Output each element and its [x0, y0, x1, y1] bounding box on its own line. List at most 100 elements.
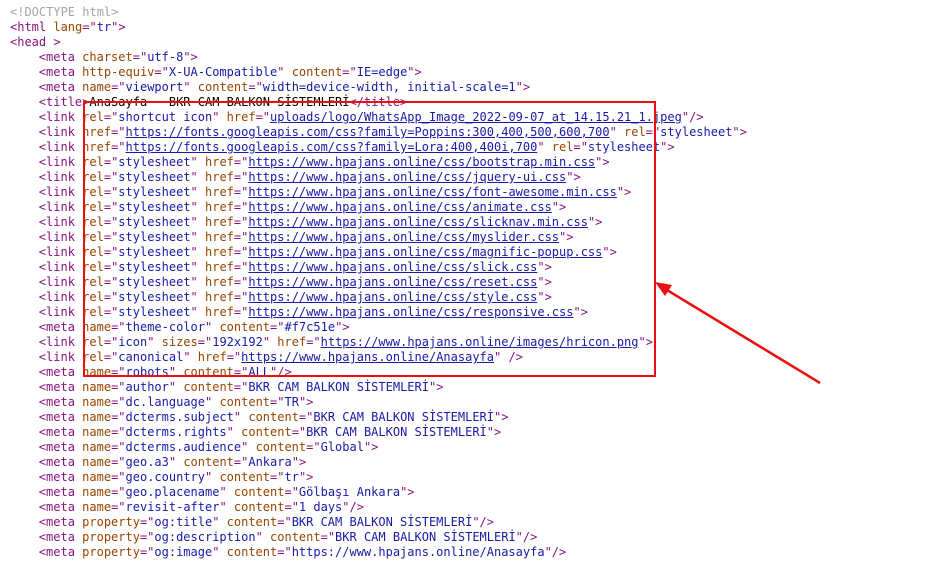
source-token: "/> [544, 545, 567, 559]
source-token: content [233, 500, 285, 514]
source-token: author [125, 380, 169, 394]
source-token: <meta [38, 380, 83, 394]
source-token: =" [197, 335, 213, 349]
source-link[interactable]: https://www.hpajans.online/css/magnific-… [248, 245, 602, 259]
source-token: 192x192 [212, 335, 263, 349]
source-token: rel [82, 215, 104, 229]
source-token: =" [270, 470, 285, 484]
source-token: content [219, 320, 271, 334]
source-link[interactable]: https://www.hpajans.online/css/animate.c… [248, 200, 551, 214]
source-token: =" [233, 455, 249, 469]
source-token: =" [298, 410, 314, 424]
source-token: =" [645, 125, 661, 139]
source-link[interactable]: https://www.hpajans.online/css/font-awes… [248, 185, 616, 199]
source-token: <link [38, 185, 83, 199]
source-token: name [82, 425, 112, 439]
source-token: rel [82, 275, 104, 289]
source-token: =" [306, 335, 321, 349]
source-token: stylesheet [118, 305, 191, 319]
source-token: "> [298, 395, 314, 409]
source-token: "> [428, 380, 444, 394]
source-token: og:image [154, 545, 213, 559]
source-token: "> [732, 125, 747, 139]
source-token: =" [103, 230, 119, 244]
source-token: <meta [38, 500, 83, 514]
source-token: "> [602, 245, 617, 259]
source-token: =" [111, 485, 126, 499]
source-token: " /> [494, 350, 523, 364]
source-token: =" [233, 185, 249, 199]
source-token: " [190, 245, 205, 259]
source-token: =" [270, 395, 285, 409]
source-link[interactable]: https://fonts.googleapis.com/css?family=… [126, 140, 538, 154]
source-token: <link [38, 170, 83, 184]
source-link[interactable]: uploads/logo/WhatsApp_Image_2022-09-07_a… [270, 110, 682, 124]
source-link[interactable]: https://www.hpajans.online/images/hricon… [321, 335, 639, 349]
source-token: =" [132, 50, 148, 64]
source-token: name [82, 485, 112, 499]
source-token: "> [537, 275, 552, 289]
source-link[interactable]: https://www.hpajans.online/css/myslider.… [248, 230, 559, 244]
source-link[interactable]: https://www.hpajans.online/css/jquery-ui… [248, 170, 566, 184]
source-token: " [147, 335, 162, 349]
source-token: #f7c51e [284, 320, 336, 334]
source-token: <meta [38, 410, 83, 424]
source-token: " [190, 185, 205, 199]
source-token: content [183, 380, 234, 394]
source-token: <meta [38, 365, 83, 379]
source-link[interactable]: https://www.hpajans.online/Anasayfa [241, 350, 494, 364]
source-link[interactable]: https://www.hpajans.online/css/slick.css [248, 260, 537, 274]
source-token: utf-8 [147, 50, 184, 64]
source-line: <meta charset="utf-8"> [0, 50, 933, 65]
source-token: =" [103, 170, 119, 184]
source-token: href [82, 140, 112, 154]
source-line: <link href="https://fonts.googleapis.com… [0, 140, 933, 155]
source-line: <html lang="tr"> [0, 20, 933, 35]
source-token: name [82, 365, 112, 379]
source-token: <link [38, 215, 83, 229]
source-token: https://www.hpajans.online/Anasayfa [291, 545, 545, 559]
source-line: <title>AnaSayfa - BKR CAM BALKON SİSTEML… [0, 95, 933, 110]
source-link[interactable]: https://www.hpajans.online/css/bootstrap… [248, 155, 595, 169]
source-token: " [190, 230, 205, 244]
source-token: =" [111, 365, 126, 379]
source-token: " [183, 350, 198, 364]
source-token: viewport [125, 80, 184, 94]
source-token: dc.language [125, 395, 205, 409]
source-link[interactable]: https://fonts.googleapis.com/css?family=… [126, 125, 610, 139]
source-token: "> [486, 425, 502, 439]
source-token: href [205, 260, 234, 274]
source-token: geo.country [125, 470, 205, 484]
source-token: property [82, 515, 140, 529]
source-token: name [82, 455, 112, 469]
source-link[interactable]: https://www.hpajans.online/css/slicknav.… [248, 215, 588, 229]
source-token: "> [291, 455, 307, 469]
source-token: href [226, 110, 256, 124]
source-token: "> [587, 215, 603, 229]
source-token: name [82, 470, 112, 484]
source-token: =" [233, 215, 249, 229]
source-token: http-equiv [82, 65, 155, 79]
source-token: " [168, 380, 184, 394]
source-token: href [205, 230, 234, 244]
source-token: Gölbaşı Ankara [298, 485, 401, 499]
source-token: =" [233, 275, 249, 289]
source-token: name [82, 320, 112, 334]
source-token: stylesheet [660, 125, 733, 139]
source-token: =" [277, 545, 292, 559]
source-token: "> [660, 140, 675, 154]
source-token: X-UA-Compatible [168, 65, 278, 79]
source-token: name [82, 395, 112, 409]
source-link[interactable]: https://www.hpajans.online/css/responsiv… [248, 305, 573, 319]
source-token: content [248, 410, 299, 424]
source-link[interactable]: https://www.hpajans.online/css/reset.css [248, 275, 537, 289]
source-token: BKR CAM BALKON SİSTEMLERİ [335, 530, 516, 544]
source-token: <link [38, 245, 83, 259]
source-token: "> [111, 20, 126, 34]
source-link[interactable]: https://www.hpajans.online/css/style.css [248, 290, 537, 304]
source-token: <meta [38, 440, 83, 454]
source-token: " [219, 500, 234, 514]
source-token: rel [82, 335, 104, 349]
source-token: <html [10, 20, 54, 34]
source-token: stylesheet [118, 200, 191, 214]
